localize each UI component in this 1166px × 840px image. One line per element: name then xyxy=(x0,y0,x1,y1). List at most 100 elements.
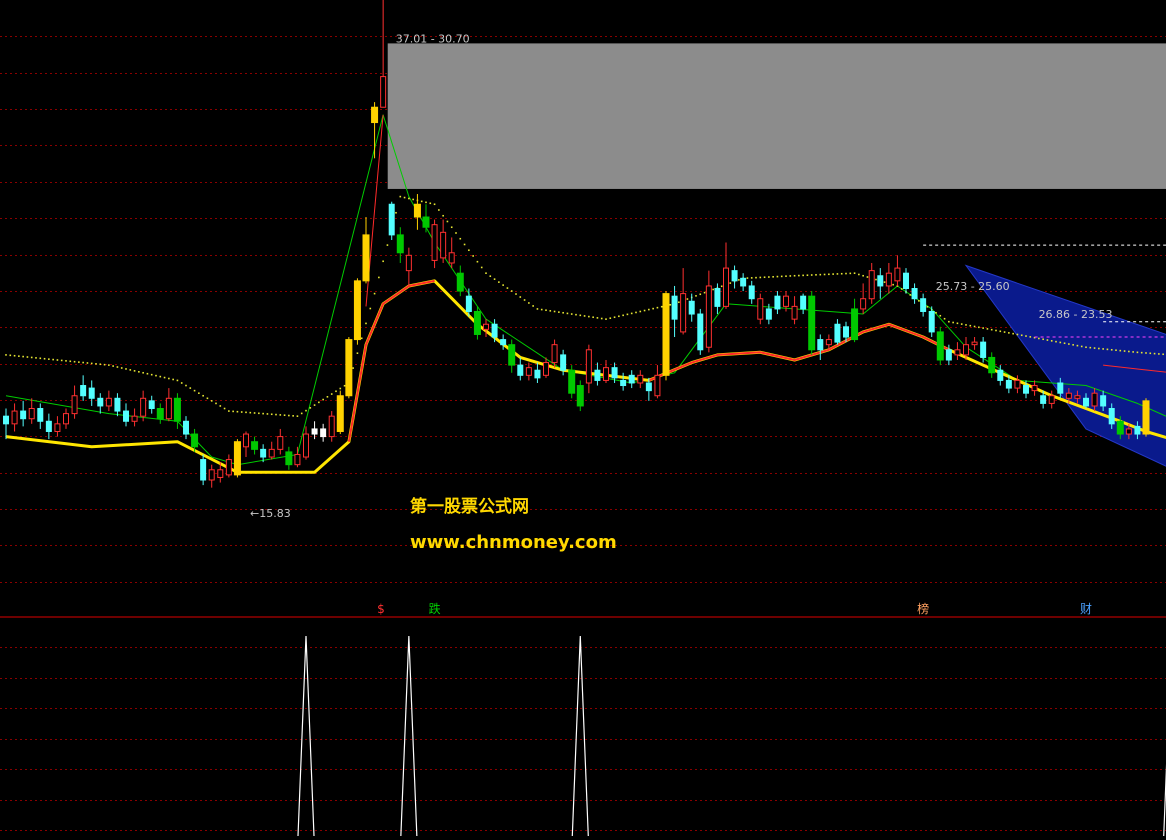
dot-line-point xyxy=(22,355,24,358)
candle-body xyxy=(483,323,489,330)
dot-line-point xyxy=(1158,353,1160,355)
dot-line-point xyxy=(669,303,672,306)
dot-line-point xyxy=(258,412,260,415)
dot-line-point xyxy=(1076,344,1079,347)
candle-body xyxy=(920,298,927,312)
candle-body xyxy=(45,420,52,432)
price-label: 25.73 - 25.60 xyxy=(936,280,1010,293)
dot-line-point xyxy=(489,275,492,277)
candle-body xyxy=(594,369,601,381)
signal-spike xyxy=(571,635,589,837)
dot-line-point xyxy=(408,197,410,200)
dot-line-point xyxy=(862,274,864,277)
dot-line-point xyxy=(1072,344,1074,346)
dot-line-point xyxy=(270,413,273,416)
signal-markers: $跌榜财涨 xyxy=(377,601,1166,616)
dot-line-point xyxy=(138,371,140,373)
signal-spike xyxy=(297,635,315,837)
dot-line-point xyxy=(463,243,466,246)
dot-line-point xyxy=(982,327,984,329)
candle-body xyxy=(654,374,661,397)
dot-line-point xyxy=(442,214,444,217)
dot-line-point xyxy=(352,367,354,369)
dot-line-point xyxy=(973,325,976,328)
dot-line-point xyxy=(1016,333,1019,336)
candle-body xyxy=(54,423,61,432)
candle-body xyxy=(491,323,498,338)
signal-marker: $ xyxy=(377,602,385,616)
dot-line-point xyxy=(1110,348,1113,351)
dot-line-point xyxy=(159,375,162,378)
candle-body xyxy=(362,234,370,282)
candle-body xyxy=(585,349,592,384)
candle-body xyxy=(80,385,87,397)
dot-line-point xyxy=(198,392,200,394)
dot-line-point xyxy=(592,316,594,319)
dot-line-point xyxy=(579,314,582,317)
dot-line-point xyxy=(343,384,346,387)
candle-body xyxy=(328,415,335,438)
dot-line-point xyxy=(643,309,646,312)
dot-line-point xyxy=(768,276,770,278)
dot-line-point xyxy=(386,244,389,246)
dot-line-point xyxy=(883,281,886,283)
candle-body xyxy=(336,395,344,432)
dot-line-point xyxy=(810,274,813,276)
dot-line-point xyxy=(1140,351,1143,354)
dot-line-point xyxy=(155,374,157,377)
dot-line-point xyxy=(1068,343,1070,345)
candle-body xyxy=(731,270,738,282)
candle-body xyxy=(534,369,541,379)
dot-line-point xyxy=(9,354,12,357)
dot-line-point xyxy=(335,390,337,393)
candle-body xyxy=(200,459,207,481)
candle-body xyxy=(97,397,104,407)
signal-panel xyxy=(297,635,1166,837)
dot-line-point xyxy=(506,287,509,289)
dot-line-point xyxy=(65,360,67,362)
candle-body xyxy=(1031,385,1038,392)
dot-line-point xyxy=(943,317,946,320)
dot-line-point xyxy=(193,389,196,392)
dot-line-point xyxy=(378,276,380,279)
dot-line-point xyxy=(750,277,753,279)
price-label: 37.01 - 30.70 xyxy=(396,32,470,45)
dot-line-point xyxy=(849,272,852,275)
candle-body xyxy=(88,387,95,399)
candle-body xyxy=(980,341,987,358)
candle-body xyxy=(936,331,944,361)
dot-line-point xyxy=(288,414,290,417)
candle-body xyxy=(405,254,412,272)
candle-body xyxy=(71,395,78,415)
candle-body xyxy=(165,397,172,420)
candle-body xyxy=(260,448,267,458)
candle-body xyxy=(543,362,549,376)
dot-line-point xyxy=(185,384,187,387)
candle-body xyxy=(611,367,618,379)
dot-line-point xyxy=(939,314,942,317)
dot-line-point xyxy=(759,276,762,279)
dot-line-point xyxy=(305,409,307,412)
candle-body xyxy=(233,441,241,476)
candle-body xyxy=(1005,379,1012,389)
dot-line-point xyxy=(1115,349,1117,352)
dot-line-point xyxy=(90,362,93,365)
dot-line-point xyxy=(129,369,132,371)
dot-line-point xyxy=(60,359,63,362)
candle-body xyxy=(723,267,729,307)
candle-body xyxy=(620,379,627,387)
dot-line-point xyxy=(1003,331,1006,333)
dot-line-point xyxy=(785,275,787,277)
dot-line-point xyxy=(1123,350,1126,352)
dot-line-point xyxy=(703,291,706,294)
dot-line-point xyxy=(1063,342,1066,345)
candle-body xyxy=(997,369,1004,381)
dot-line-point xyxy=(202,394,204,397)
dot-line-point xyxy=(1008,332,1010,334)
candle-body xyxy=(456,272,464,292)
down-channel xyxy=(964,264,1166,467)
dot-line-point xyxy=(472,255,474,257)
dot-line-point xyxy=(956,322,959,325)
dot-line-point xyxy=(948,320,950,323)
candle-body xyxy=(105,397,112,407)
